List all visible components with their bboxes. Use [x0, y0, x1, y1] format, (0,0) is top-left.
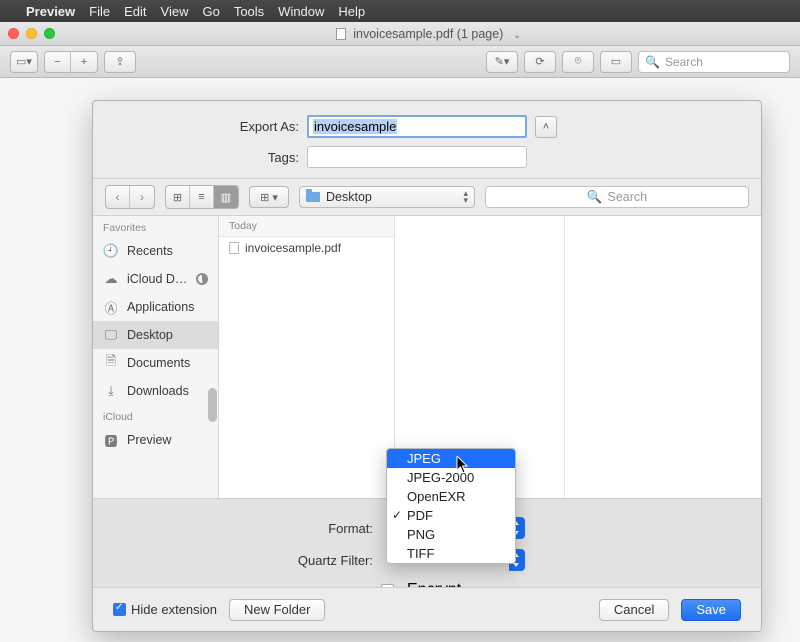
format-label: Format:	[109, 521, 373, 536]
menu-view[interactable]: View	[161, 4, 189, 19]
zoom-seg[interactable]: −+	[44, 51, 98, 73]
hide-extension-checkbox[interactable]	[113, 603, 126, 616]
menu-file[interactable]: File	[89, 4, 110, 19]
format-option-jpeg[interactable]: JPEG	[387, 449, 515, 468]
column-file-list[interactable]: Today invoicesample.pdf	[219, 216, 395, 498]
tags-input[interactable]	[307, 146, 527, 168]
save-button[interactable]: Save	[681, 599, 741, 621]
form-button[interactable]: ▭	[600, 51, 632, 73]
nav-back-forward[interactable]: ‹ ›	[105, 185, 155, 209]
browser-search[interactable]: 🔍 Search	[485, 186, 749, 208]
popup-updown-icon: ▴▾	[463, 190, 468, 204]
menu-tools[interactable]: Tools	[234, 4, 264, 19]
app-menu[interactable]: Preview	[26, 4, 75, 19]
icon-view-button[interactable]: ⊞	[166, 186, 190, 208]
toolbar-search[interactable]: 🔍 Search	[638, 51, 790, 73]
preview-toolbar: ▭▾ −+ ⇪ ✎▾ ⟳ ⌾ ▭ 🔍 Search	[0, 46, 800, 78]
sidebar-item-desktop[interactable]: 🖵 Desktop	[93, 321, 218, 349]
hide-extension-label: Hide extension	[131, 602, 217, 617]
column-empty-2	[565, 216, 761, 498]
sheet-bottom-bar: Hide extension New Folder Cancel Save	[93, 587, 761, 631]
menu-window[interactable]: Window	[278, 4, 324, 19]
window-titlebar[interactable]: invoicesample.pdf (1 page) ⌄	[0, 22, 800, 46]
export-as-label: Export As:	[109, 119, 299, 134]
finder-sidebar[interactable]: Favorites 🕘 Recents ☁︎ iCloud D… Ⓐ Appli…	[93, 216, 219, 498]
clock-icon: 🕘	[103, 244, 119, 258]
pdf-doc-icon	[336, 28, 346, 40]
window-title-text: invoicesample.pdf (1 page)	[353, 27, 503, 41]
menu-go[interactable]: Go	[202, 4, 219, 19]
location-popup[interactable]: Desktop ▴▾	[299, 186, 475, 208]
format-option-pdf[interactable]: ✓PDF	[387, 506, 515, 525]
cloud-icon: ☁︎	[103, 272, 119, 286]
cancel-button[interactable]: Cancel	[599, 599, 669, 621]
applications-icon: Ⓐ	[103, 300, 119, 314]
format-dropdown-menu[interactable]: JPEG JPEG-2000 OpenEXR ✓PDF PNG TIFF	[386, 448, 516, 564]
window-title: invoicesample.pdf (1 page) ⌄	[65, 27, 792, 41]
format-option-jpeg2000[interactable]: JPEG-2000	[387, 468, 515, 487]
highlight-button[interactable]: ✎▾	[486, 51, 518, 73]
rotate-button[interactable]: ⟳	[524, 51, 556, 73]
sidebar-item-downloads[interactable]: ⤓ Downloads	[93, 377, 218, 405]
sidebar-item-applications[interactable]: Ⓐ Applications	[93, 293, 218, 321]
export-as-input[interactable]: invoicesample	[307, 115, 527, 138]
search-icon: 🔍	[587, 190, 603, 205]
preview-app-icon: 🅿︎	[103, 433, 119, 447]
browser-search-placeholder: Search	[607, 190, 647, 204]
sidebar-section-icloud: iCloud	[93, 405, 218, 426]
tags-label: Tags:	[109, 150, 299, 165]
group-by-button[interactable]: ⊞▾	[249, 186, 289, 208]
sidebar-item-documents[interactable]: 🗎 Documents	[93, 349, 218, 377]
search-icon: 🔍	[645, 55, 660, 69]
menu-help[interactable]: Help	[338, 4, 365, 19]
menu-edit[interactable]: Edit	[124, 4, 146, 19]
pdf-file-icon	[229, 242, 239, 254]
collapse-sheet-button[interactable]: ˄	[535, 116, 557, 138]
markup-button[interactable]: ⌾	[562, 51, 594, 73]
desktop-icon: 🖵	[103, 328, 119, 342]
minimize-window-button[interactable]	[26, 28, 37, 39]
sidebar-view-seg[interactable]: ▭▾	[10, 51, 38, 73]
column-view-button[interactable]: ▥	[214, 186, 238, 208]
sidebar-item-icloud-drive[interactable]: ☁︎ iCloud D…	[93, 265, 218, 293]
format-option-png[interactable]: PNG	[387, 525, 515, 544]
location-label: Desktop	[326, 190, 372, 204]
sidebar-item-recents[interactable]: 🕘 Recents	[93, 237, 218, 265]
finder-browser-bar: ‹ › ⊞ ≡ ▥ ⊞▾ Desktop ▴▾ 🔍 Search	[93, 178, 761, 216]
sync-progress-icon	[196, 273, 208, 285]
column-header-today: Today	[219, 216, 394, 237]
file-item[interactable]: invoicesample.pdf	[219, 237, 394, 259]
list-view-button[interactable]: ≡	[190, 186, 214, 208]
documents-icon: 🗎	[103, 356, 119, 370]
checkmark-icon: ✓	[392, 508, 402, 522]
format-option-tiff[interactable]: TIFF	[387, 544, 515, 563]
view-mode-seg[interactable]: ⊞ ≡ ▥	[165, 185, 239, 209]
downloads-icon: ⤓	[103, 384, 119, 398]
system-menubar: Preview File Edit View Go Tools Window H…	[0, 0, 800, 22]
sidebar-item-preview[interactable]: 🅿︎ Preview	[93, 426, 218, 454]
nav-back-button[interactable]: ‹	[106, 186, 130, 208]
share-button[interactable]: ⇪	[104, 51, 136, 73]
format-option-openexr[interactable]: OpenEXR	[387, 487, 515, 506]
nav-forward-button[interactable]: ›	[130, 186, 154, 208]
export-as-value: invoicesample	[313, 119, 397, 134]
sidebar-section-favorites: Favorites	[93, 216, 218, 237]
folder-icon	[306, 192, 320, 202]
close-window-button[interactable]	[8, 28, 19, 39]
toolbar-search-placeholder: Search	[665, 55, 703, 69]
sidebar-scrollbar[interactable]	[208, 220, 217, 494]
title-chevron-icon[interactable]: ⌄	[513, 30, 521, 41]
new-folder-button[interactable]: New Folder	[229, 599, 325, 621]
quartz-filter-label: Quartz Filter:	[109, 553, 373, 568]
zoom-window-button[interactable]	[44, 28, 55, 39]
